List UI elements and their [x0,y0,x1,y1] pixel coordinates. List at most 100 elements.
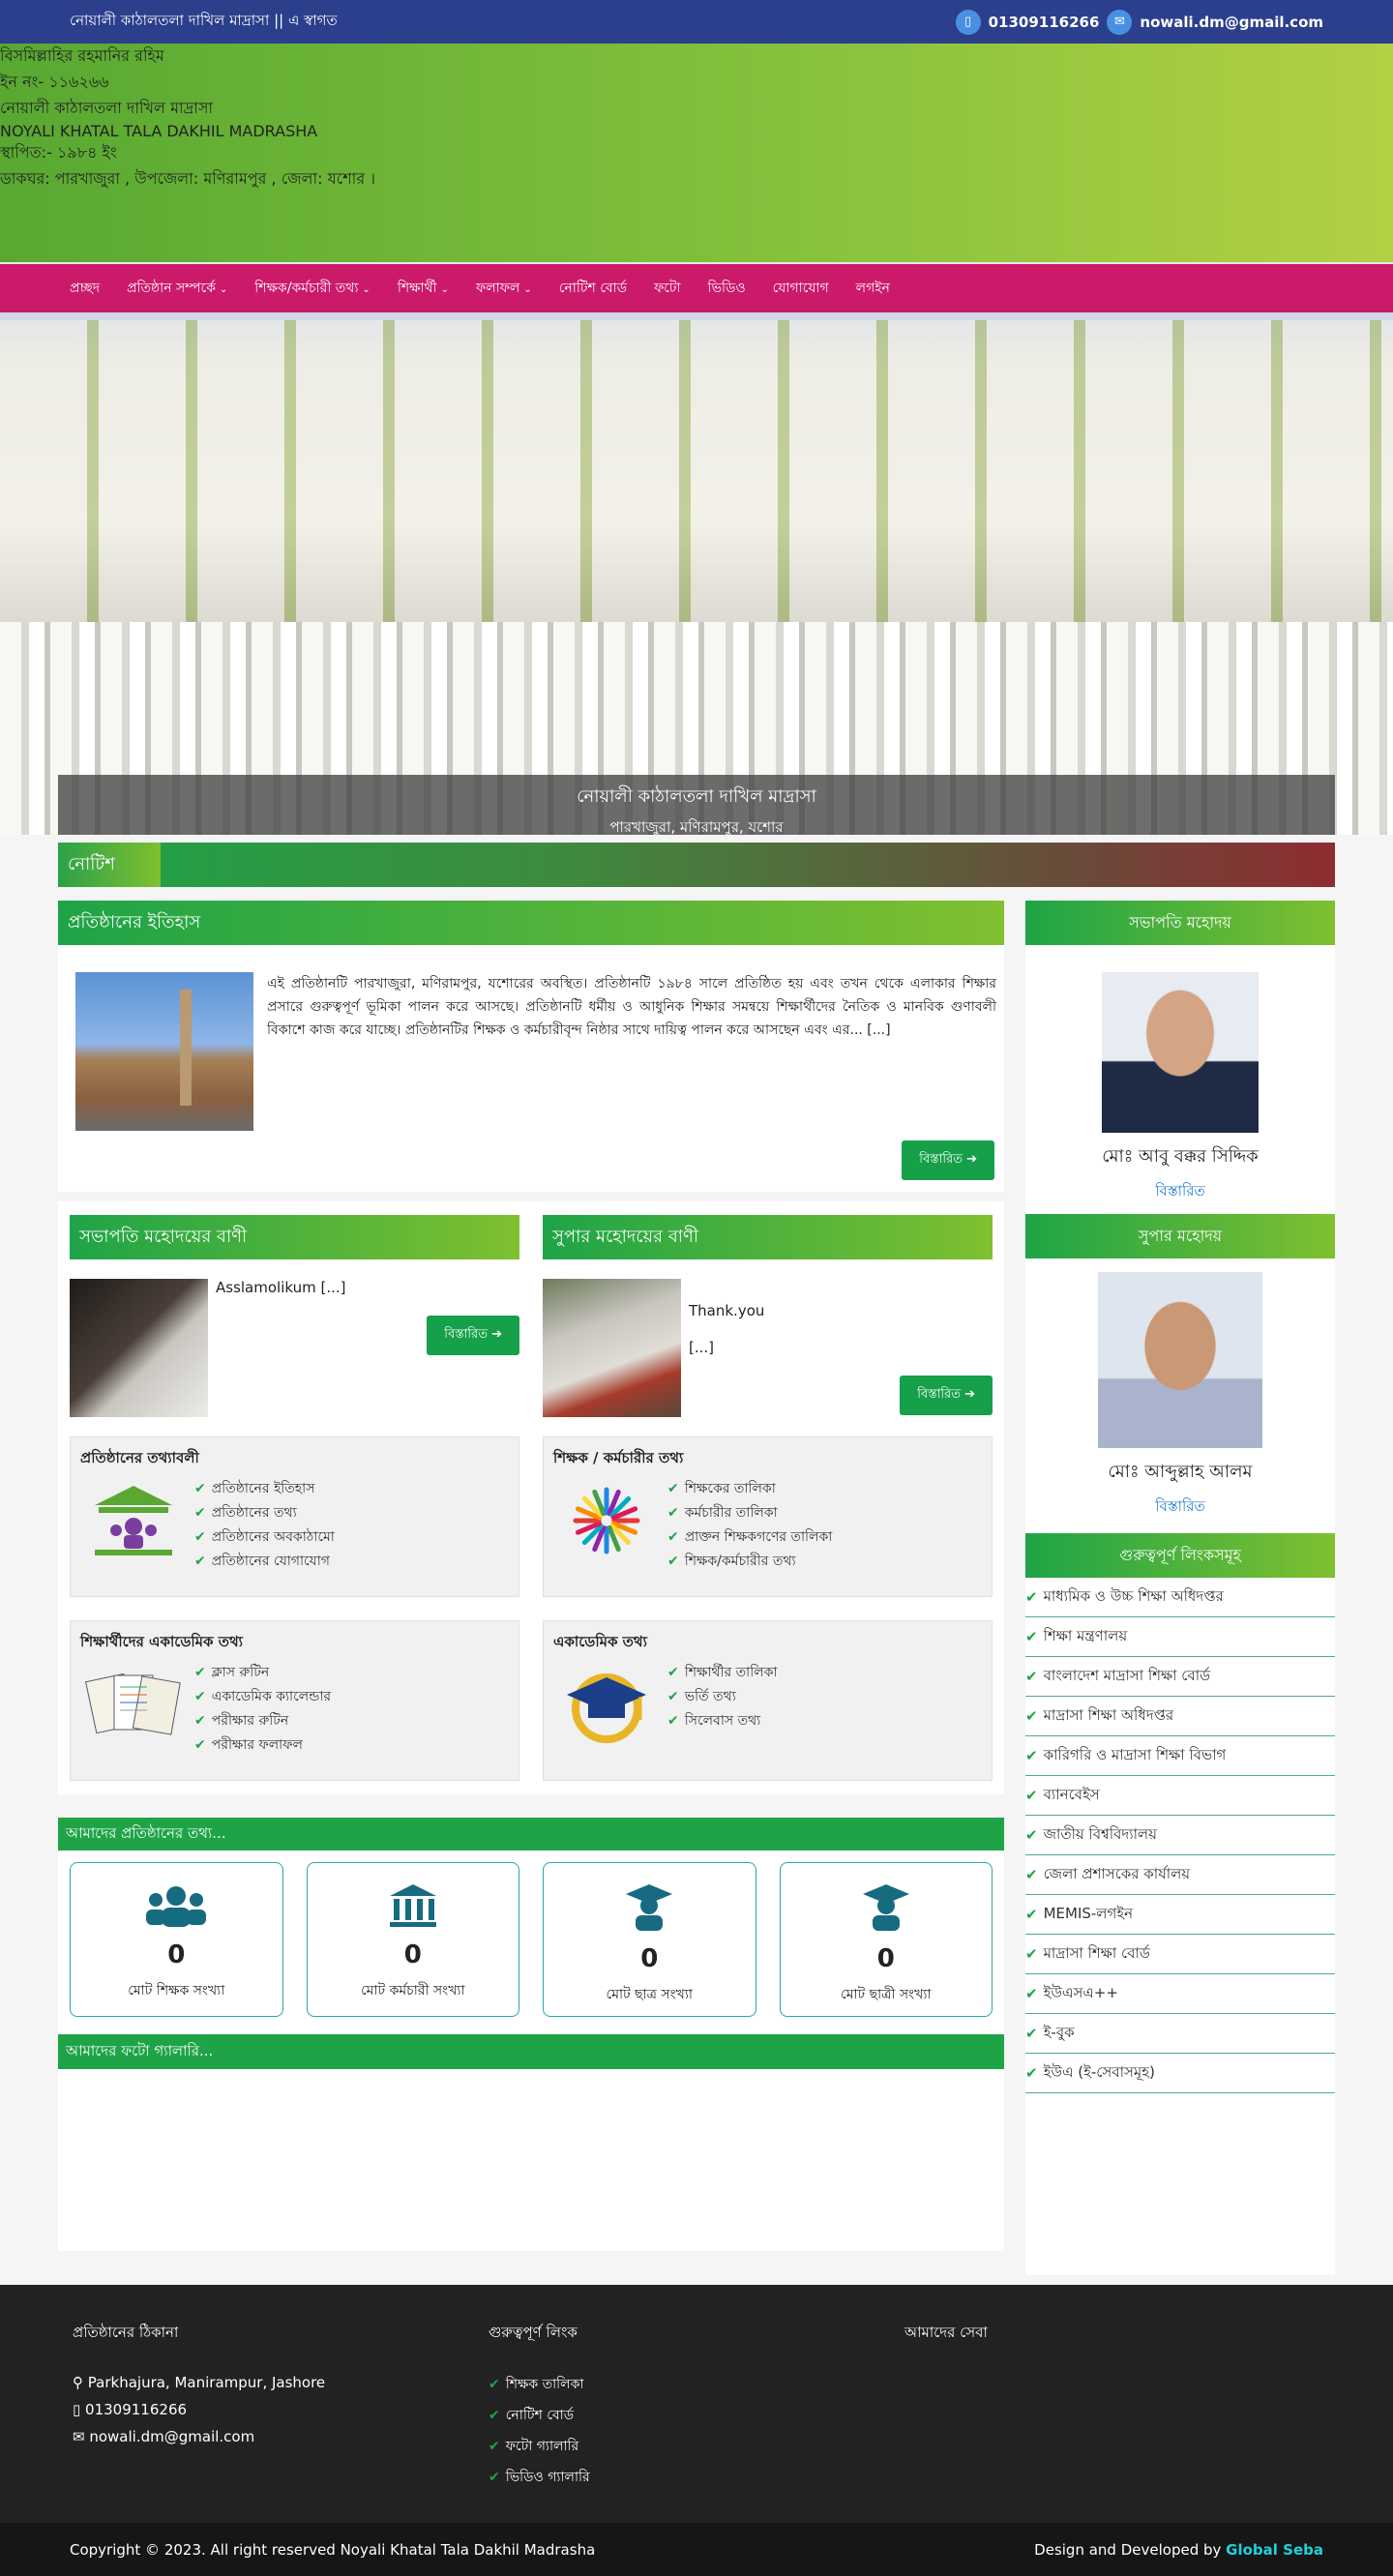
notice-ticker[interactable]: নোটিশ [58,843,1335,887]
nav-item-4[interactable]: ফলাফল ⌄ [476,277,532,300]
check-icon: ✔ [489,2377,500,2392]
nav-item-6[interactable]: ফটো [654,277,681,300]
address-text: ডাকঘর: পারখাজুরা , উপজেলা: মণিরামপুর , জ… [0,169,375,188]
institution-icon [80,1477,187,1564]
info-box-link[interactable]: ✔ শিক্ষকের তালিকা [667,1477,832,1501]
info-box-link[interactable]: ✔ প্রতিষ্ঠানের যোগাযোগ [194,1550,335,1574]
check-icon: ✔ [1025,2064,1038,2082]
super-details-link[interactable]: বিস্তারিত [1025,1495,1335,1520]
footer-phone[interactable]: 01309116266 [85,2401,187,2418]
nav-item-2[interactable]: শিক্ষক/কর্মচারী তথ্য ⌄ [254,277,370,300]
developed-by-text: Design and Developed by [1034,2540,1222,2559]
hero-subtitle: পারখাজুরা, মণিরামপুর, যশোর [609,818,784,835]
info-box-link[interactable]: ✔ পরীক্ষার ফলাফল [194,1733,331,1758]
info-box-link[interactable]: ✔ শিক্ষক/কর্মচারীর তথ্য [667,1550,832,1574]
footer-link[interactable]: ✔ শিক্ষক তালিকা [489,2369,904,2400]
sidebar-link[interactable]: ✔ ই-বুক [1025,2014,1335,2054]
info-box-link[interactable]: ✔ ক্লাস রুটিন [194,1661,331,1685]
important-links: ✔ মাধ্যমিক ও উচ্চ শিক্ষা অধিদপ্তর ✔ শিক্ষা … [1025,1578,1335,2093]
photo-gallery[interactable] [58,2069,1004,2251]
phone-link[interactable]: 01309116266 [989,14,1100,31]
developer-credit: Design and Developed by Global Seba [1034,2541,1323,2559]
super-message-title: সুপার মহোদয়ের বাণী [543,1215,993,1259]
info-box-link[interactable]: ✔ প্রতিষ্ঠানের তথ্য [194,1501,335,1525]
president-details-link[interactable]: বিস্তারিত [1025,1180,1335,1204]
hero-slider[interactable]: নোয়ালী কাঠালতলা দাখিল মাদ্রাসা পারখাজুর… [0,312,1393,835]
stat-label: মোট ছাত্র সংখ্যা [606,1987,693,2002]
check-icon: ✔ [1025,1747,1038,1764]
check-icon: ✔ [1025,1588,1038,1606]
site-header: বিসমিল্লাহির রহমানির রহিম ইন নং- ১১৬২৬৬ … [0,44,1393,262]
check-icon: ✔ [1025,1787,1038,1804]
info-box-link[interactable]: ✔ কর্মচারীর তালিকা [667,1501,832,1525]
nav-item-label: ফটো [654,281,681,296]
check-icon: ✔ [194,1689,206,1704]
super-card: সুপার মহোদয় মোঃ আব্দুল্লাহ আলম বিস্তারি… [1025,1214,1335,1533]
president-message-more-button[interactable]: বিস্তারিত ➔ [427,1316,519,1355]
info-box-link[interactable]: ✔ সিলেবাস তথ্য [667,1709,778,1733]
sidebar-link[interactable]: ✔ কারিগরি ও মাদ্রাসা শিক্ষা বিভাগ [1025,1736,1335,1776]
info-box-link[interactable]: ✔ শিক্ষার্থীর তালিকা [667,1661,778,1685]
sidebar-link[interactable]: ✔ শিক্ষা মন্ত্রণালয় [1025,1617,1335,1657]
nav-item-1[interactable]: প্রতিষ্ঠান সম্পর্কে ⌄ [127,277,227,300]
president-name: মোঃ আবু বক্কর সিদ্দিক [1102,1146,1259,1167]
sidebar-link[interactable]: ✔ জাতীয় বিশ্ববিদ্যালয় [1025,1816,1335,1855]
info-box-link[interactable]: ✔ প্রাক্তন শিক্ষকগণের তালিকা [667,1525,832,1550]
info-box-link[interactable]: ✔ একাডেমিক ক্যালেন্ডার [194,1685,331,1709]
graduate-icon [781,1882,993,1937]
president-head: সভাপতি মহোদয় [1025,901,1335,945]
sidebar-link-label: ব্যানবেইস [1043,1785,1100,1803]
info-box: প্রতিষ্ঠানের তথ্যাবলী ✔ প্রতিষ্ঠানের ইতিহা… [70,1436,519,1597]
sidebar-link[interactable]: ✔ জেলা প্রশাসকের কার্যালয় [1025,1855,1335,1895]
map-marker-icon: ⚲ [73,2374,83,2391]
info-box: শিক্ষক / কর্মচারীর তথ্য ✔ শিক্ষকের তালিকা ✔… [543,1436,993,1597]
info-box-link[interactable]: ✔ প্রতিষ্ঠানের ইতিহাস [194,1477,335,1501]
info-box-link-label: প্রতিষ্ঠানের অবকাঠামো [211,1529,335,1545]
sidebar-link[interactable]: ✔ বাংলাদেশ মাদ্রাসা শিক্ষা বোর্ড [1025,1657,1335,1697]
nav-item-9[interactable]: লগইন [856,277,890,300]
about-more-label: বিস্তারিত [919,1152,963,1167]
sidebar-filler [1025,2093,1335,2275]
stat-label: মোট ছাত্রী সংখ্যা [841,1987,932,2002]
about-more-button[interactable]: বিস্তারিত ➔ [902,1140,994,1180]
stat-card: 0 মোট ছাত্র সংখ্যা [543,1862,756,2017]
envelope-icon: ✉ [1107,9,1133,35]
stat-value: 0 [167,1940,186,1969]
check-icon: ✔ [1025,2025,1038,2042]
sidebar-link[interactable]: ✔ মাদ্রাসা শিক্ষা অধিদপ্তর [1025,1697,1335,1736]
sidebar-link[interactable]: ✔ ব্যানবেইস [1025,1776,1335,1816]
info-box-link[interactable]: ✔ ভর্তি তথ্য [667,1685,778,1709]
nav-item-8[interactable]: যোগাযোগ [773,277,829,300]
email-link[interactable]: nowali.dm@gmail.com [1140,14,1323,31]
check-icon: ✔ [1025,1668,1038,1685]
super-message: সুপার মহোদয়ের বাণী Thank.you [...] বিস্… [543,1215,993,1417]
footer-link[interactable]: ✔ ফটো গ্যালারি [489,2431,904,2462]
sidebar-link[interactable]: ✔ MEMIS-লগইন [1025,1895,1335,1935]
info-box-link[interactable]: ✔ প্রতিষ্ঠানের অবকাঠামো [194,1525,335,1550]
nav-item-label: নোটিশ বোর্ড [558,281,628,296]
footer-email[interactable]: nowali.dm@gmail.com [89,2428,254,2445]
super-message-more-button[interactable]: বিস্তারিত ➔ [900,1376,993,1415]
footer-link[interactable]: ✔ ভিডিও গ্যালারি [489,2462,904,2493]
super-message-photo [543,1279,681,1417]
nav-item-0[interactable]: প্রচ্ছদ [70,277,100,300]
sidebar-link[interactable]: ✔ মাধ্যমিক ও উচ্চ শিক্ষা অধিদপ্তর [1025,1578,1335,1617]
notice-label: নোটিশ [58,843,161,887]
super-message-ellipsis: [...] [689,1339,715,1356]
chevron-down-icon: ⌄ [219,284,228,295]
president-message-title: সভাপতি মহোদয়ের বাণী [70,1215,519,1259]
info-box-title: শিক্ষার্থীদের একাডেমিক তথ্য [80,1633,244,1650]
documents-icon [80,1661,187,1748]
footer-link[interactable]: ✔ নোটিশ বোর্ড [489,2400,904,2431]
sidebar-link[interactable]: ✔ মাদ্রাসা শিক্ষা বোর্ড [1025,1935,1335,1974]
check-icon: ✔ [1025,1628,1038,1645]
nav-item-3[interactable]: শিক্ষার্থী ⌄ [398,277,449,300]
bismillah-text: বিসমিল্লাহির রহমানির রহিম [0,46,164,65]
sidebar-link[interactable]: ✔ ইউএসএ++ [1025,1974,1335,2014]
info-box-link-label: প্রাক্তন শিক্ষকগণের তালিকা [684,1529,833,1545]
info-box-link[interactable]: ✔ পরীক্ষার রুটিন [194,1709,331,1733]
nav-item-5[interactable]: নোটিশ বোর্ড [559,277,627,300]
sidebar-link[interactable]: ✔ ইউএ (ই-সেবাসমূহ) [1025,2054,1335,2093]
nav-item-7[interactable]: ভিডিও [708,277,746,300]
developer-link[interactable]: Global Seba [1226,2541,1323,2559]
